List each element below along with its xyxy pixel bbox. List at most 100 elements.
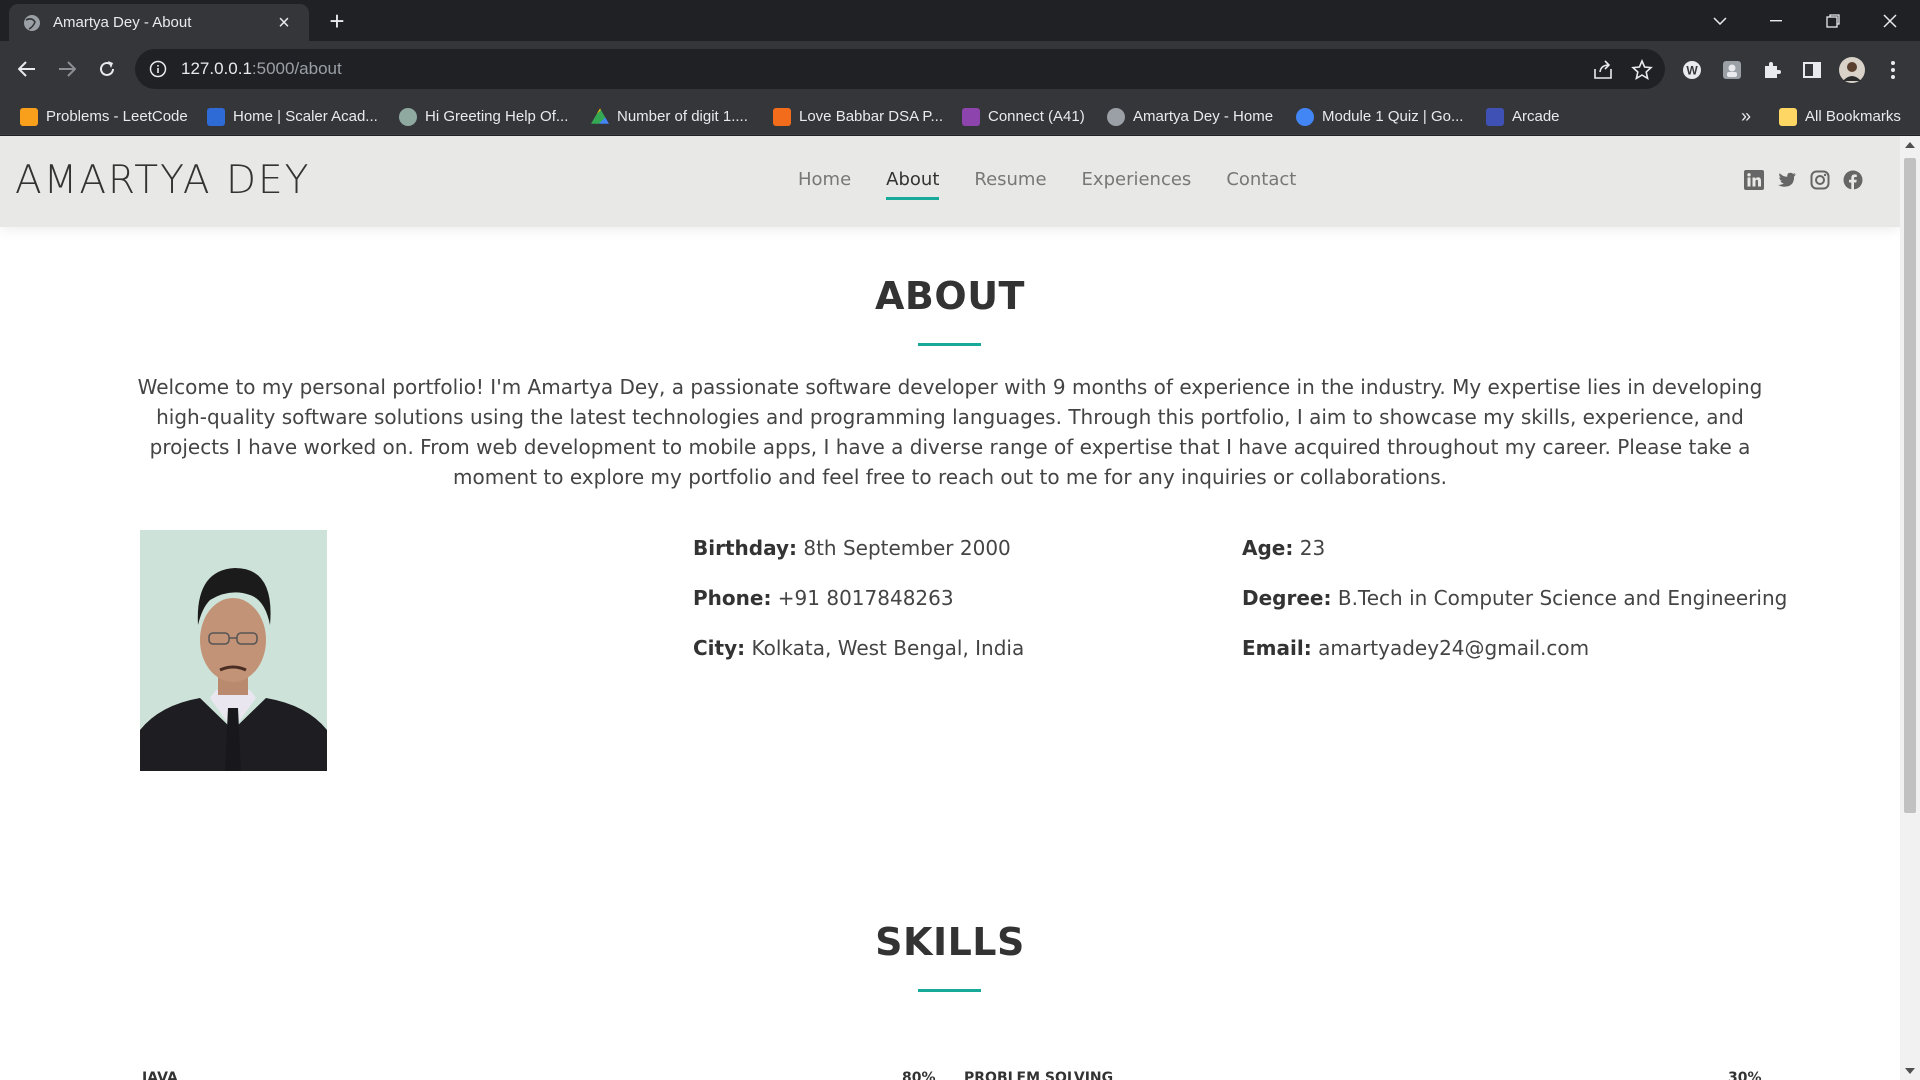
- profile-avatar[interactable]: [1839, 57, 1865, 83]
- skill-name: JAVA: [142, 1070, 178, 1080]
- detail-value: B.Tech in Computer Science and Engineeri…: [1337, 586, 1788, 610]
- bookmark-label: Hi Greeting Help Of...: [425, 108, 569, 125]
- url-text: 127.0.0.1:5000/about: [181, 59, 342, 79]
- tab-search-button[interactable]: [1692, 0, 1748, 41]
- detail-value: amartyadey24@gmail.com: [1318, 636, 1590, 660]
- instagram-icon[interactable]: [1810, 170, 1830, 190]
- close-tab-icon[interactable]: ×: [273, 13, 295, 33]
- detail-value: 8th September 2000: [803, 536, 1011, 560]
- minimize-button[interactable]: [1748, 0, 1804, 41]
- scroll-up-arrow-icon[interactable]: [1905, 142, 1915, 148]
- side-panel-icon[interactable]: [1799, 57, 1825, 83]
- bookmark-chatgpt[interactable]: Hi Greeting Help Of...: [399, 98, 568, 135]
- bookmark-amartya-home[interactable]: Amartya Dey - Home: [1107, 98, 1273, 135]
- codehelp-icon: [773, 107, 791, 126]
- forward-button[interactable]: [51, 53, 83, 85]
- about-details-left: Birthday: 8th September 2000 Phone: +91 …: [693, 536, 1024, 686]
- close-icon: [1883, 13, 1897, 28]
- page-viewport: AMARTYA DEY Home About Resume Experience…: [0, 136, 1900, 1080]
- scroll-down-arrow-icon[interactable]: [1905, 1068, 1915, 1074]
- detail-degree: Degree: B.Tech in Computer Science and E…: [1242, 586, 1787, 636]
- back-arrow-icon: [18, 61, 35, 77]
- about-title: ABOUT: [875, 274, 1025, 318]
- browser-menu-icon[interactable]: [1880, 57, 1906, 83]
- bookmark-scaler[interactable]: Home | Scaler Acad...: [207, 98, 378, 135]
- nav-experiences[interactable]: Experiences: [1082, 169, 1192, 198]
- detail-label: Birthday:: [693, 536, 797, 560]
- browser-toolbar: 127.0.0.1:5000/about W: [0, 41, 1920, 98]
- url-host: 127.0.0.1: [181, 59, 252, 78]
- detail-email: Email: amartyadey24@gmail.com: [1242, 636, 1787, 686]
- nav-contact[interactable]: Contact: [1226, 169, 1296, 198]
- page-scrollbar[interactable]: [1900, 136, 1920, 1080]
- facebook-icon[interactable]: [1843, 170, 1863, 190]
- nav-resume[interactable]: Resume: [974, 169, 1046, 198]
- browser-tab[interactable]: Amartya Dey - About ×: [9, 4, 309, 41]
- connect-icon: [962, 107, 980, 126]
- site-info-icon[interactable]: [149, 60, 167, 78]
- nav-home[interactable]: Home: [798, 169, 851, 198]
- detail-age: Age: 23: [1242, 536, 1787, 586]
- extension-contact-icon[interactable]: [1719, 57, 1745, 83]
- bookmark-module-quiz[interactable]: Module 1 Quiz | Go...: [1296, 98, 1463, 135]
- bookmarks-overflow-button[interactable]: »: [1741, 98, 1751, 135]
- tab-strip: Amartya Dey - About × +: [0, 0, 1920, 41]
- overflow-chevron-icon: »: [1741, 106, 1752, 126]
- detail-city: City: Kolkata, West Bengal, India: [693, 636, 1024, 686]
- close-window-button[interactable]: [1862, 0, 1918, 41]
- bookmark-label: Module 1 Quiz | Go...: [1322, 108, 1464, 125]
- all-bookmarks-button[interactable]: All Bookmarks: [1779, 98, 1901, 135]
- svg-text:W: W: [1686, 64, 1698, 78]
- bookmark-drive[interactable]: Number of digit 1....: [591, 98, 748, 135]
- reload-button[interactable]: [91, 53, 123, 85]
- address-bar[interactable]: 127.0.0.1:5000/about: [135, 49, 1665, 89]
- bookmark-label: Number of digit 1....: [617, 108, 748, 125]
- site-header: AMARTYA DEY Home About Resume Experience…: [0, 136, 1900, 227]
- extension-w-icon[interactable]: W: [1679, 57, 1705, 83]
- bookmark-label: Love Babbar DSA P...: [799, 108, 943, 125]
- bookmark-arcade[interactable]: Arcade: [1486, 98, 1560, 135]
- skill-percent: 30%: [1728, 1070, 1762, 1080]
- back-button[interactable]: [11, 53, 43, 85]
- scrollbar-thumb[interactable]: [1904, 158, 1916, 813]
- detail-value: 23: [1299, 536, 1326, 560]
- chevron-down-icon: [1713, 16, 1727, 25]
- google-cloud-icon: [1296, 107, 1314, 126]
- bookmark-love-babbar[interactable]: Love Babbar DSA P...: [773, 98, 943, 135]
- scaler-icon: [207, 107, 225, 126]
- detail-birthday: Birthday: 8th September 2000: [693, 536, 1024, 586]
- globe-icon: [24, 14, 40, 31]
- new-tab-button[interactable]: +: [323, 8, 351, 36]
- skill-name: PROBLEM SOLVING: [964, 1070, 1114, 1080]
- bookmark-star-icon[interactable]: [1631, 59, 1653, 81]
- site-logo[interactable]: AMARTYA DEY: [15, 158, 310, 203]
- share-icon[interactable]: [1592, 59, 1614, 81]
- detail-value: Kolkata, West Bengal, India: [751, 636, 1025, 660]
- forward-arrow-icon: [59, 61, 76, 77]
- bookmark-label: Home | Scaler Acad...: [233, 108, 378, 125]
- all-bookmarks-label: All Bookmarks: [1805, 108, 1901, 125]
- bookmark-leetcode[interactable]: Problems - LeetCode: [20, 98, 188, 135]
- bookmark-label: Connect (A41): [988, 108, 1085, 125]
- extensions-puzzle-icon[interactable]: [1759, 57, 1785, 83]
- folder-icon: [1779, 107, 1797, 126]
- detail-label: Degree:: [1242, 586, 1332, 610]
- linkedin-icon[interactable]: [1744, 170, 1764, 190]
- detail-label: Email:: [1242, 636, 1312, 660]
- reload-icon: [100, 61, 114, 76]
- bookmark-label: Arcade: [1512, 108, 1560, 125]
- skills-title-underline: [918, 989, 981, 992]
- chatgpt-icon: [399, 107, 417, 126]
- twitter-icon[interactable]: [1777, 170, 1797, 190]
- bookmark-label: Amartya Dey - Home: [1133, 108, 1274, 125]
- google-drive-icon: [591, 108, 609, 124]
- tab-title: Amartya Dey - About: [53, 14, 192, 31]
- detail-value: +91 8017848263: [777, 586, 954, 610]
- nav-about[interactable]: About: [886, 169, 940, 200]
- url-path: :5000/about: [251, 59, 342, 78]
- arcade-icon: [1486, 107, 1504, 126]
- detail-label: Phone:: [693, 586, 772, 610]
- restore-icon: [1826, 13, 1840, 28]
- restore-button[interactable]: [1805, 0, 1861, 41]
- bookmark-connect[interactable]: Connect (A41): [962, 98, 1085, 135]
